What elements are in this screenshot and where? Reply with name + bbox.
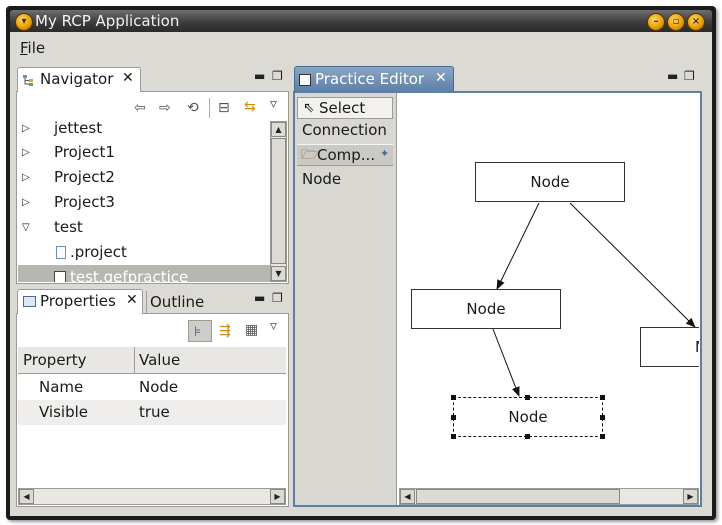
- close-tab-icon[interactable]: ✕: [122, 70, 134, 86]
- connection-line[interactable]: [569, 202, 696, 328]
- categories-icon: ⊧: [194, 324, 202, 340]
- tab-properties-label: Properties: [40, 292, 116, 310]
- selection-handle[interactable]: [451, 395, 456, 400]
- expand-arrow-icon[interactable]: ▷: [22, 119, 36, 141]
- navigator-tree[interactable]: ▷ jettest ▷ Project1 ▷ Project2 ▷ Projec…: [18, 119, 270, 282]
- connection-line[interactable]: [496, 202, 540, 290]
- view-menu-icon[interactable]: ▿: [270, 319, 277, 333]
- expand-arrow-icon[interactable]: ▷: [22, 190, 36, 215]
- gef-file-icon: [54, 271, 66, 282]
- window-title: My RCP Application: [35, 12, 180, 30]
- maximize-window-icon[interactable]: ▫: [667, 13, 685, 31]
- scroll-left-button[interactable]: ◀: [19, 489, 34, 504]
- minimize-view-icon[interactable]: ▬: [254, 70, 265, 82]
- tree-item[interactable]: ▽ test: [18, 215, 270, 240]
- tab-properties[interactable]: Properties ✕: [17, 289, 143, 314]
- maximize-view-icon[interactable]: ❐: [272, 70, 283, 82]
- folder-open-icon: 🗁: [301, 147, 319, 163]
- tree-item[interactable]: ▷ Project1: [18, 140, 270, 165]
- editor-icon: [299, 74, 311, 86]
- filter-advanced-icon[interactable]: ⇶: [219, 324, 231, 338]
- close-tab-icon[interactable]: ✕: [126, 292, 138, 308]
- selection-handle[interactable]: [525, 395, 530, 400]
- column-header-value[interactable]: Value: [139, 348, 180, 373]
- minimize-window-icon[interactable]: –: [647, 13, 665, 31]
- pin-icon[interactable]: ✦: [380, 147, 389, 160]
- connection-line[interactable]: [492, 328, 520, 397]
- scrollbar-thumb[interactable]: [416, 489, 620, 504]
- selection-handle[interactable]: [451, 415, 456, 420]
- scroll-right-button[interactable]: ▶: [270, 489, 285, 504]
- palette-select-tool[interactable]: ⇖ Select: [297, 97, 393, 119]
- maximize-editor-icon[interactable]: ❐: [684, 70, 695, 82]
- diagram-node-selected[interactable]: Node: [453, 397, 603, 437]
- minimize-editor-icon[interactable]: ▬: [667, 70, 678, 82]
- diagram-canvas[interactable]: Node Node Node N: [399, 96, 699, 487]
- navigator-icon: [23, 74, 37, 86]
- tab-navigator-label: Navigator: [40, 70, 114, 88]
- tree-item[interactable]: ▷ Project3: [18, 190, 270, 215]
- scroll-up-button[interactable]: ▲: [271, 122, 286, 137]
- tree-item[interactable]: .project: [18, 240, 270, 265]
- palette-connection-tool[interactable]: Connection: [302, 119, 387, 141]
- selection-handle[interactable]: [600, 395, 605, 400]
- link-with-editor-icon[interactable]: ⇆: [244, 100, 256, 114]
- tab-separator: [146, 291, 147, 313]
- scroll-right-button[interactable]: ▶: [683, 489, 698, 504]
- file-icon: [56, 246, 66, 259]
- column-separator[interactable]: [134, 347, 135, 374]
- toolbar-separator: [209, 98, 210, 118]
- selection-handle[interactable]: [525, 434, 530, 439]
- categories-toggle-button[interactable]: ⊧: [188, 320, 212, 342]
- arrow-cursor-icon: ⇖: [303, 100, 315, 116]
- tab-outline[interactable]: Outline: [150, 292, 204, 312]
- expand-arrow-icon[interactable]: ▷: [22, 165, 36, 190]
- tab-practice-editor-label: Practice Editor: [315, 70, 425, 88]
- close-window-icon[interactable]: ×: [687, 13, 705, 31]
- palette-node-tool[interactable]: Node: [302, 168, 341, 190]
- close-tab-icon[interactable]: ✕: [435, 70, 447, 86]
- collapse-arrow-icon[interactable]: ▽: [22, 215, 36, 240]
- properties-horizontal-scrollbar[interactable]: [18, 488, 286, 505]
- window-menu-icon[interactable]: ▾: [15, 13, 33, 31]
- selection-handle[interactable]: [600, 415, 605, 420]
- collapse-all-icon[interactable]: ⊟: [218, 101, 230, 115]
- palette-drawer-components[interactable]: 🗁 Comp... ✦: [297, 144, 393, 166]
- tree-item[interactable]: ▷ Project2: [18, 165, 270, 190]
- scrollbar-thumb[interactable]: [271, 138, 286, 264]
- table-row[interactable]: Name Node: [18, 375, 286, 400]
- scroll-down-button[interactable]: ▼: [271, 266, 286, 281]
- column-header-property[interactable]: Property: [23, 348, 86, 373]
- menu-bar: [10, 33, 712, 61]
- diagram-node[interactable]: N: [640, 327, 699, 367]
- tree-item-selected[interactable]: test.gefpractice: [18, 265, 270, 282]
- back-icon[interactable]: ⇦: [134, 101, 146, 115]
- selection-handle[interactable]: [600, 434, 605, 439]
- tab-navigator[interactable]: Navigator ✕: [17, 67, 141, 92]
- selection-handle[interactable]: [451, 434, 456, 439]
- minimize-view-icon[interactable]: ▬: [254, 292, 265, 304]
- diagram-node[interactable]: Node: [411, 289, 561, 329]
- up-folder-icon[interactable]: ⟲: [187, 101, 199, 115]
- diagram-node[interactable]: Node: [475, 162, 625, 202]
- forward-icon[interactable]: ⇨: [159, 101, 171, 115]
- view-menu-icon[interactable]: ▿: [270, 97, 277, 111]
- restore-default-icon[interactable]: ▦: [245, 323, 258, 337]
- properties-icon: [23, 296, 36, 307]
- scroll-left-button[interactable]: ◀: [400, 489, 415, 504]
- tab-practice-editor[interactable]: Practice Editor ✕: [294, 66, 454, 92]
- table-row[interactable]: Visible true: [18, 400, 286, 425]
- menu-file[interactable]: File: [20, 38, 45, 58]
- expand-arrow-icon[interactable]: ▷: [22, 140, 36, 165]
- tree-item[interactable]: ▷ jettest: [18, 119, 270, 141]
- maximize-view-icon[interactable]: ❐: [272, 292, 283, 304]
